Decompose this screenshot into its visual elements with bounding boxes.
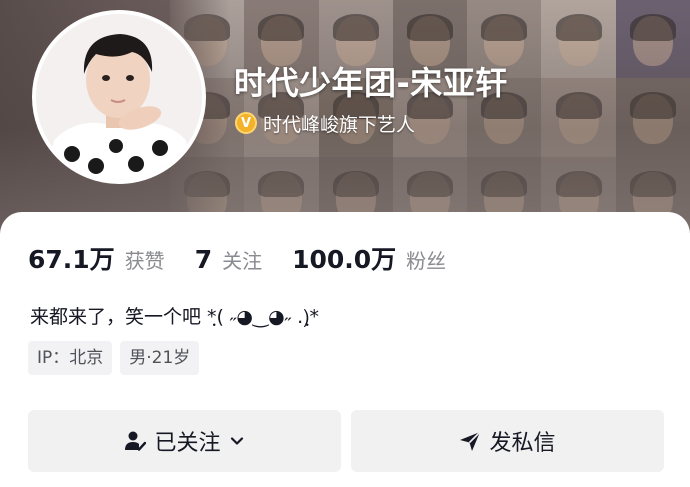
stat-label: 粉丝	[406, 249, 447, 273]
stat-label: 获赞	[124, 249, 165, 273]
stat-followers[interactable]: 100.0万 粉丝	[292, 240, 446, 276]
profile-banner: 时代少年团-宋亚轩 V 时代峰峻旗下艺人	[0, 0, 690, 235]
send-icon	[459, 430, 482, 452]
send-message-label: 发私信	[489, 431, 556, 456]
avatar[interactable]	[32, 10, 206, 184]
stat-value: 7	[194, 245, 213, 274]
action-buttons: 已关注 发私信	[28, 410, 664, 472]
stat-value: 67.1万	[28, 245, 115, 274]
verification-text: 时代峰峻旗下艺人	[263, 113, 416, 136]
profile-bio: 来都来了，笑一个吧 *ฺ( ˶◕‿◕˶ .)ฺ*	[30, 306, 319, 328]
verification-row[interactable]: V 时代峰峻旗下艺人	[235, 110, 415, 136]
stats-row: 67.1万 获赞 7 关注 100.0万 粉丝	[28, 240, 476, 276]
stat-likes[interactable]: 67.1万 获赞	[28, 240, 165, 276]
ip-location-tag: IP：北京	[28, 341, 113, 375]
profile-info-card: 67.1万 获赞 7 关注 100.0万 粉丝 来都来了，笑一个吧 *ฺ( ˶◕…	[0, 212, 690, 487]
avatar-image	[36, 14, 202, 180]
user-check-icon	[124, 430, 147, 452]
send-message-button[interactable]: 发私信	[351, 410, 664, 472]
following-button-label: 已关注	[154, 431, 221, 456]
gender-age-tag: 男·21岁	[120, 341, 200, 375]
chevron-down-icon	[229, 433, 245, 449]
verified-badge-icon: V	[235, 112, 257, 134]
profile-tags: IP：北京 男·21岁	[28, 341, 200, 375]
stat-following[interactable]: 7 关注	[195, 245, 262, 274]
following-button[interactable]: 已关注	[28, 410, 341, 472]
stat-value: 100.0万	[292, 245, 397, 274]
stat-label: 关注	[222, 249, 263, 273]
profile-nickname: 时代少年团-宋亚轩	[234, 64, 508, 102]
